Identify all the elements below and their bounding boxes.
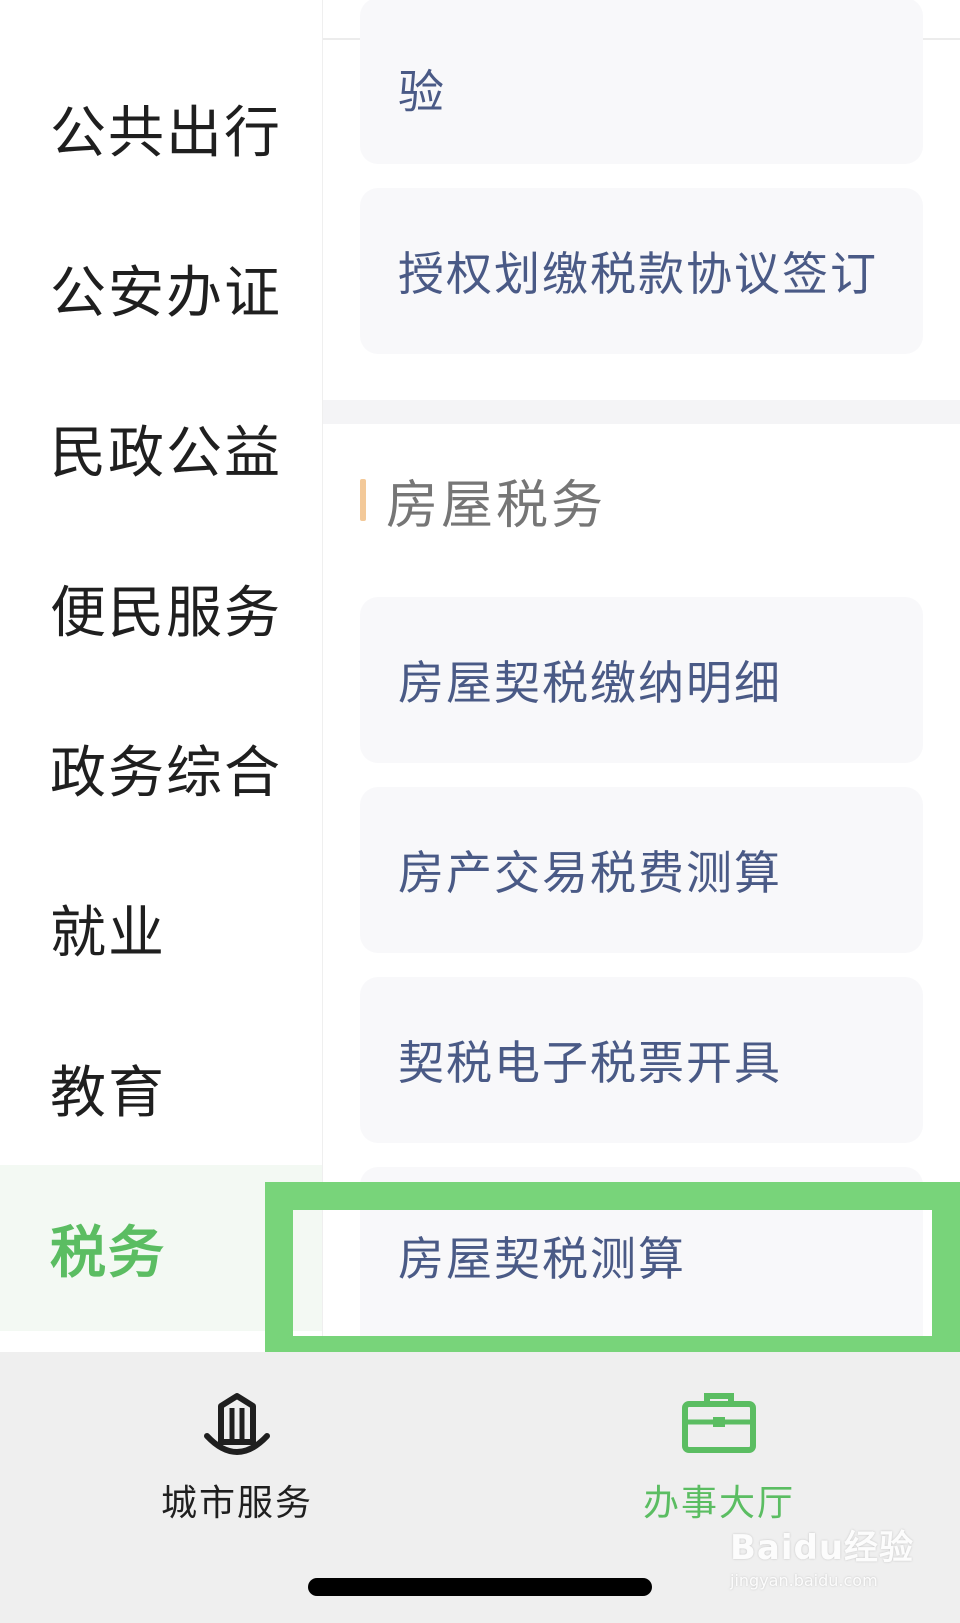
section-header: 房屋税务 (360, 468, 606, 536)
category-sidebar: 公共出行 公安办证 民政公益 便民服务 政务综合 就业 教育 税务 (0, 0, 322, 1352)
sidebar-item-label: 政务综合 (50, 740, 282, 806)
tab-city-services[interactable]: 城市服务 (87, 1382, 387, 1526)
sidebar-item-label: 民政公益 (50, 420, 282, 486)
sidebar-item-public-transport[interactable]: 公共出行 (0, 45, 322, 211)
sidebar-item-label: 便民服务 (50, 580, 282, 646)
sidebar-item-government-affairs[interactable]: 政务综合 (0, 685, 322, 851)
sidebar-item-label: 公共出行 (50, 100, 282, 166)
sidebar-item-employment[interactable]: 就业 (0, 845, 322, 1011)
sidebar-item-civil-affairs[interactable]: 民政公益 (0, 365, 322, 531)
briefcase-icon (569, 1382, 869, 1462)
sidebar-item-label: 就业 (50, 900, 166, 966)
baidu-watermark: Baidu经验 jingyan.baidu.com (730, 1520, 930, 1610)
sidebar-item-label: 公安办证 (50, 260, 282, 326)
sidebar-item-convenience-services[interactable]: 便民服务 (0, 525, 322, 691)
service-content: 验 授权划缴税款协议签订 房屋税务 房屋契税缴纳明细 房产交易税费测算 契税电子… (323, 0, 960, 1352)
watermark-sub: jingyan.baidu.com (730, 1571, 878, 1590)
tab-label: 城市服务 (160, 1483, 313, 1524)
sidebar-item-education[interactable]: 教育 (0, 1005, 322, 1171)
section-accent-bar (360, 479, 366, 521)
sidebar-item-label: 税务 (50, 1220, 166, 1286)
tab-service-hall[interactable]: 办事大厅 (569, 1382, 869, 1526)
service-card-label: 房产交易税费测算 (398, 846, 782, 900)
service-card-transaction-tax-calc[interactable]: 房产交易税费测算 (360, 787, 923, 953)
service-card-tax-authorization[interactable]: 授权划缴税款协议签订 (360, 188, 923, 354)
service-card-label: 契税电子税票开具 (398, 1036, 782, 1090)
section-title: 房屋税务 (386, 475, 607, 536)
service-card-label: 授权划缴税款协议签订 (398, 247, 878, 301)
home-indicator[interactable] (308, 1578, 652, 1596)
watermark-main: Baidu经验 (730, 1528, 915, 1568)
service-card-deed-tax-details[interactable]: 房屋契税缴纳明细 (360, 597, 923, 763)
service-card-label: 房屋契税缴纳明细 (398, 656, 782, 710)
service-card-partial[interactable]: 验 (360, 0, 923, 164)
service-card-e-tax-receipt[interactable]: 契税电子税票开具 (360, 977, 923, 1143)
city-buildings-icon (87, 1382, 387, 1462)
section-separator (323, 400, 960, 424)
highlight-box (265, 1182, 960, 1364)
sidebar-item-label: 教育 (50, 1060, 166, 1126)
sidebar-item-police-certificates[interactable]: 公安办证 (0, 205, 322, 371)
service-card-label: 验 (398, 65, 446, 119)
tab-label: 办事大厅 (642, 1483, 795, 1524)
